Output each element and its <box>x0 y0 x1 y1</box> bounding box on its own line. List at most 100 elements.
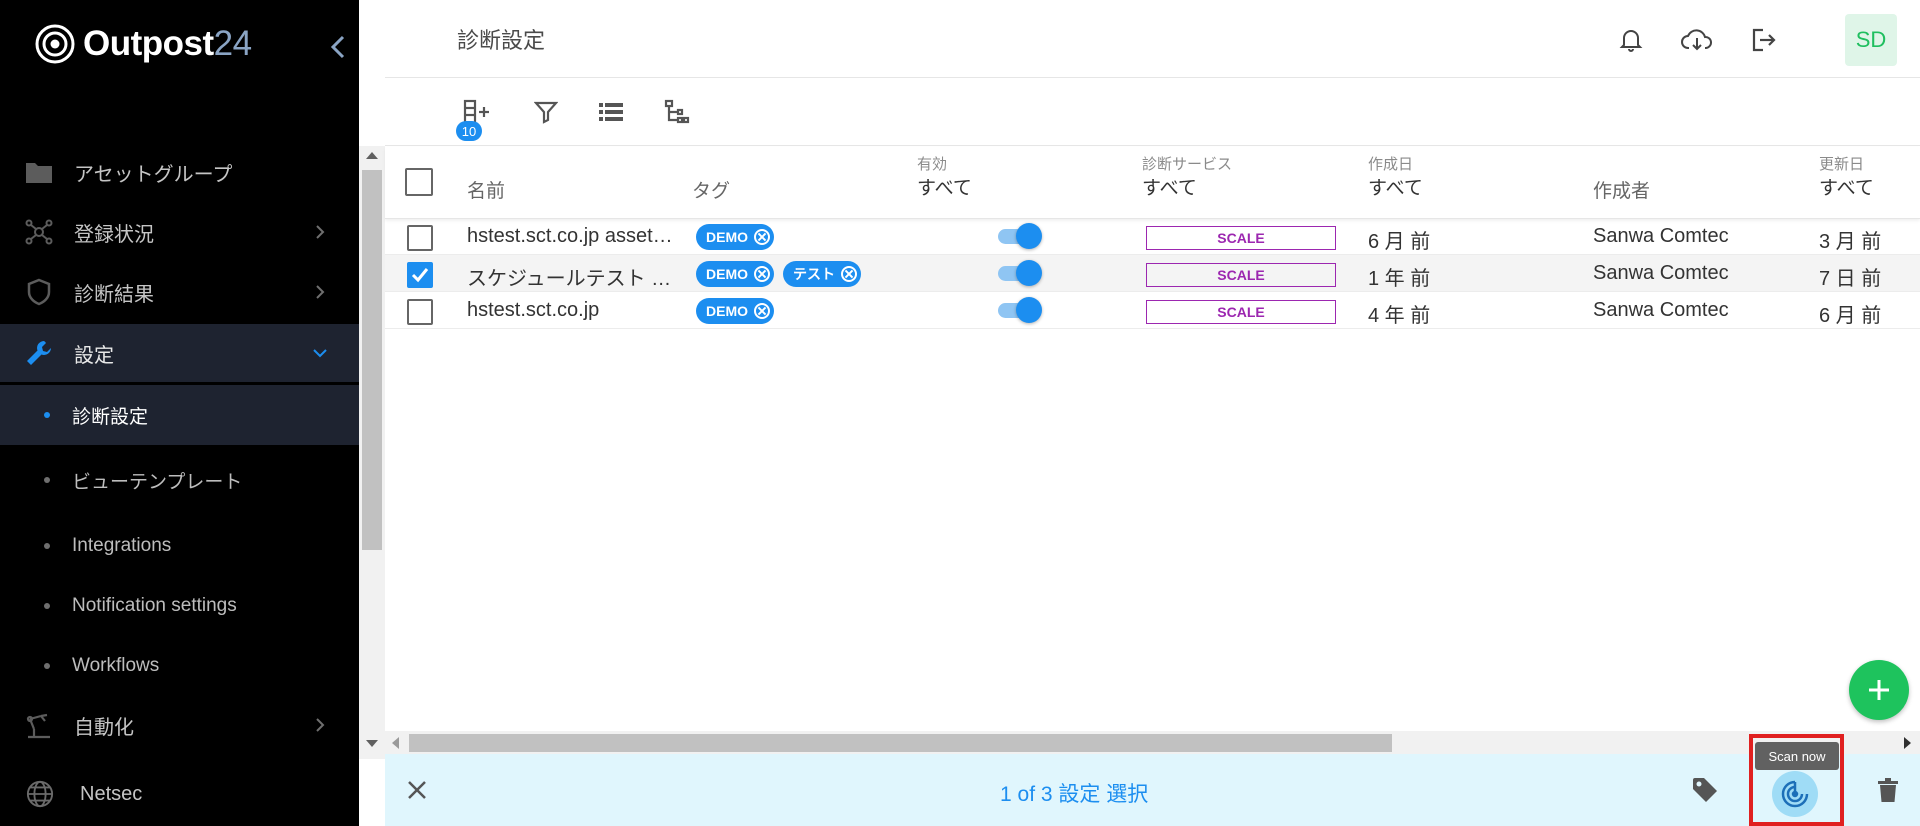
enabled-filter[interactable]: すべて <box>917 173 972 200</box>
plus-icon <box>1869 680 1889 700</box>
scan-now-button[interactable] <box>1772 771 1818 817</box>
table-row[interactable]: スケジュールテスト … DEMO テスト SCALE 1 年 前 Sanwa C… <box>385 255 1920 292</box>
tag-chip: DEMO <box>696 224 774 250</box>
sidebar-subitem-integrations[interactable]: Integrations <box>0 516 359 576</box>
row-name[interactable]: hstest.sct.co.jp <box>467 299 599 322</box>
close-icon[interactable] <box>405 778 429 802</box>
sidebar-item-automation[interactable]: 自動化 <box>0 696 359 754</box>
service-tag: SCALE <box>1146 300 1336 324</box>
column-header-name[interactable]: 名前 <box>467 176 505 203</box>
column-header-updated[interactable]: 更新日 <box>1819 153 1864 174</box>
row-updated: 7 日 前 <box>1819 268 1882 290</box>
remove-tag-icon[interactable] <box>841 266 857 282</box>
column-header-enabled[interactable]: 有効 <box>917 153 947 174</box>
list-view-icon[interactable] <box>596 97 626 127</box>
logo-text: Outpost24 <box>83 24 252 63</box>
row-checkbox[interactable] <box>407 225 433 251</box>
enabled-toggle[interactable] <box>998 223 1042 249</box>
sidebar-subitem-label: Integrations <box>72 535 172 556</box>
chevron-right-icon <box>316 285 325 299</box>
globe-icon <box>26 780 54 808</box>
service-tag: SCALE <box>1146 226 1336 250</box>
user-avatar[interactable]: SD <box>1845 14 1897 66</box>
row-name[interactable]: スケジュールテスト … <box>467 262 671 291</box>
selection-count: 1 of 3 設定 選択 <box>1000 783 1149 806</box>
top-header: 診断設定 SD <box>385 0 1920 78</box>
filter-icon[interactable] <box>531 97 561 127</box>
row-checkbox[interactable] <box>407 299 433 325</box>
updated-filter[interactable]: すべて <box>1819 173 1874 200</box>
scroll-down-arrow-icon[interactable] <box>366 740 378 747</box>
chevron-right-icon <box>316 225 325 239</box>
sidebar-item-label: 設定 <box>74 344 114 367</box>
radar-icon <box>1781 780 1809 808</box>
page-title: 診断設定 <box>457 28 546 53</box>
sidebar: Outpost24 アセットグループ 登録状況 診断結果 設定 診断設定 ビュー… <box>0 0 359 826</box>
scroll-right-arrow-icon[interactable] <box>1904 737 1911 749</box>
scroll-left-arrow-icon[interactable] <box>392 737 399 749</box>
column-header-creator[interactable]: 作成者 <box>1593 176 1650 203</box>
outpost24-logo[interactable]: Outpost24 <box>35 24 252 64</box>
row-creator: Sanwa Comtec <box>1593 262 1729 284</box>
enabled-toggle[interactable] <box>998 297 1042 323</box>
scan-now-tooltip: Scan now <box>1755 742 1839 770</box>
sidebar-item-label: 診断結果 <box>74 283 154 306</box>
sidebar-scrollbar-thumb[interactable] <box>362 170 382 550</box>
column-header-created[interactable]: 作成日 <box>1368 153 1413 174</box>
column-count-badge: 10 <box>456 121 482 141</box>
sidebar-item-label: 自動化 <box>74 716 134 739</box>
sidebar-item-netsec[interactable]: Netsec <box>0 765 359 823</box>
row-name[interactable]: hstest.sct.co.jp asset… <box>467 225 673 248</box>
add-button[interactable] <box>1849 660 1909 720</box>
tag-label: DEMO <box>706 266 748 282</box>
row-created: 6 月 前 <box>1368 231 1431 253</box>
sidebar-subitem-view-templates[interactable]: ビューテンプレート <box>0 450 359 510</box>
tag-chip: テスト <box>783 261 861 287</box>
sidebar-item-label: 登録状況 <box>74 223 154 246</box>
remove-tag-icon[interactable] <box>754 303 770 319</box>
tag-chip: DEMO <box>696 298 774 324</box>
network-icon <box>25 218 53 246</box>
column-header-tag[interactable]: タグ <box>692 176 730 203</box>
scroll-up-arrow-icon[interactable] <box>366 152 378 159</box>
sidebar-item-registration[interactable]: 登録状況 <box>0 203 359 261</box>
bullet-dot <box>44 543 50 549</box>
sidebar-subitem-label: 診断設定 <box>72 406 149 428</box>
checkmark-icon <box>411 268 429 283</box>
sidebar-subitem-workflows[interactable]: Workflows <box>0 636 359 696</box>
tag-label: DEMO <box>706 229 748 245</box>
select-all-checkbox[interactable] <box>405 168 433 196</box>
column-header-service[interactable]: 診断サービス <box>1142 153 1232 174</box>
horizontal-scrollbar-thumb[interactable] <box>409 734 1392 752</box>
enabled-toggle[interactable] <box>998 260 1042 286</box>
sidebar-subitem-scan-settings[interactable]: 診断設定 <box>0 385 359 445</box>
sidebar-item-label: Netsec <box>80 782 143 805</box>
folder-icon <box>25 158 53 186</box>
created-filter[interactable]: すべて <box>1368 173 1423 200</box>
service-filter[interactable]: すべて <box>1142 173 1197 200</box>
bell-icon[interactable] <box>1615 24 1647 56</box>
cloud-download-icon[interactable] <box>1681 24 1713 56</box>
sidebar-item-asset-groups[interactable]: アセットグループ <box>0 143 359 201</box>
remove-tag-icon[interactable] <box>754 229 770 245</box>
bullet-dot <box>44 477 50 483</box>
chevron-down-icon <box>313 349 327 358</box>
table-row[interactable]: hstest.sct.co.jp asset… DEMO SCALE 6 月 前… <box>385 218 1920 255</box>
table-row[interactable]: hstest.sct.co.jp DEMO SCALE 4 年 前 Sanwa … <box>385 292 1920 329</box>
sidebar-item-settings[interactable]: 設定 <box>0 324 359 382</box>
sidebar-item-scan-results[interactable]: 診断結果 <box>0 263 359 321</box>
bullet-dot <box>44 603 50 609</box>
chevron-right-icon <box>316 718 325 732</box>
tree-view-icon[interactable] <box>662 97 692 127</box>
collapse-sidebar-icon[interactable] <box>326 33 350 61</box>
bullet-dot <box>44 412 50 418</box>
tag-icon[interactable] <box>1689 774 1721 806</box>
trash-icon[interactable] <box>1872 774 1904 806</box>
row-updated: 6 月 前 <box>1819 305 1882 327</box>
robot-arm-icon <box>25 711 53 739</box>
row-checkbox[interactable] <box>407 262 433 288</box>
logout-icon[interactable] <box>1747 24 1779 56</box>
sidebar-subitem-notification-settings[interactable]: Notification settings <box>0 576 359 636</box>
remove-tag-icon[interactable] <box>754 266 770 282</box>
tag-label: DEMO <box>706 303 748 319</box>
